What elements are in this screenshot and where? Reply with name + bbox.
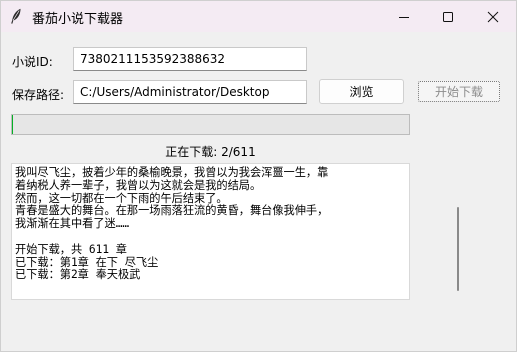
progress-fill — [12, 115, 14, 134]
window-title: 番茄小说下载器 — [32, 12, 124, 27]
scrollbar-thumb[interactable] — [457, 207, 459, 291]
save-path-input[interactable] — [73, 80, 307, 104]
save-path-label: 保存路径: — [12, 88, 65, 102]
close-icon — [487, 11, 499, 22]
log-line: 开始下载，共 611 章 — [15, 242, 127, 256]
log-textarea[interactable]: 我叫尽飞尘，披着少年的桑榆晚景，我曾以为我会浑噩一生，靠 着纳税人养一辈子，我曾以… — [11, 163, 410, 300]
download-progress-bar — [11, 114, 410, 135]
novel-id-label: 小说ID: — [12, 55, 53, 69]
log-line: 我渐渐在其中看了迷…… — [15, 217, 130, 231]
maximize-icon — [443, 11, 453, 22]
maximize-button[interactable] — [425, 1, 471, 32]
log-line: 着纳税人养一辈子，我曾以为这就会是我的结局。 — [15, 178, 262, 192]
app-window: 番茄小说下载器 小说ID: 保存路径: 浏览 开始下载 正在下载: 2/611 — [0, 0, 517, 352]
title-bar[interactable]: 番茄小说下载器 — [1, 1, 516, 32]
novel-id-input[interactable] — [73, 47, 307, 71]
start-download-button-label: 开始下载 — [434, 85, 483, 99]
close-button[interactable] — [470, 1, 516, 32]
browse-button[interactable]: 浏览 — [319, 79, 404, 104]
download-status: 正在下载: 2/611 — [165, 145, 256, 159]
minimize-icon — [399, 16, 409, 18]
log-line: 我叫尽飞尘，披着少年的桑榆晚景，我曾以为我会浑噩一生，靠 — [15, 166, 329, 179]
log-line: 已下载：第2章 奉天极武 — [15, 268, 141, 282]
log-scrollbar[interactable] — [451, 161, 465, 301]
feather-icon — [11, 8, 21, 24]
browse-button-label: 浏览 — [349, 85, 374, 99]
minimize-button[interactable] — [381, 1, 427, 32]
start-download-button[interactable]: 开始下载 — [418, 81, 500, 102]
